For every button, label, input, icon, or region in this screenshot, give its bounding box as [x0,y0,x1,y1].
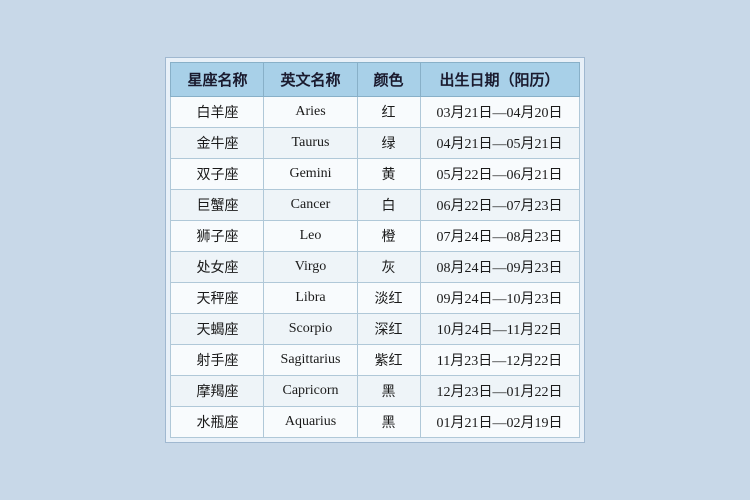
cell-chinese-name: 双子座 [171,159,264,190]
cell-dates: 06月22日—07月23日 [420,190,579,221]
cell-dates: 04月21日—05月21日 [420,128,579,159]
table-row: 天秤座Libra淡红09月24日—10月23日 [171,283,579,314]
cell-english-name: Libra [264,283,357,314]
cell-english-name: Aquarius [264,407,357,438]
cell-color: 绿 [357,128,420,159]
cell-english-name: Taurus [264,128,357,159]
cell-dates: 03月21日—04月20日 [420,97,579,128]
cell-chinese-name: 狮子座 [171,221,264,252]
cell-color: 紫红 [357,345,420,376]
table-row: 金牛座Taurus绿04月21日—05月21日 [171,128,579,159]
table-row: 巨蟹座Cancer白06月22日—07月23日 [171,190,579,221]
table-row: 双子座Gemini黄05月22日—06月21日 [171,159,579,190]
cell-chinese-name: 白羊座 [171,97,264,128]
table-row: 狮子座Leo橙07月24日—08月23日 [171,221,579,252]
cell-dates: 12月23日—01月22日 [420,376,579,407]
table-header-row: 星座名称 英文名称 颜色 出生日期（阳历） [171,63,579,97]
cell-color: 橙 [357,221,420,252]
cell-color: 深红 [357,314,420,345]
cell-color: 灰 [357,252,420,283]
cell-dates: 08月24日—09月23日 [420,252,579,283]
table-row: 水瓶座Aquarius黑01月21日—02月19日 [171,407,579,438]
cell-english-name: Capricorn [264,376,357,407]
cell-dates: 11月23日—12月22日 [420,345,579,376]
table-row: 白羊座Aries红03月21日—04月20日 [171,97,579,128]
zodiac-table: 星座名称 英文名称 颜色 出生日期（阳历） 白羊座Aries红03月21日—04… [170,62,579,438]
table-row: 射手座Sagittarius紫红11月23日—12月22日 [171,345,579,376]
cell-english-name: Scorpio [264,314,357,345]
header-chinese-name: 星座名称 [171,63,264,97]
cell-english-name: Gemini [264,159,357,190]
cell-color: 黑 [357,407,420,438]
cell-dates: 05月22日—06月21日 [420,159,579,190]
cell-english-name: Virgo [264,252,357,283]
cell-english-name: Aries [264,97,357,128]
cell-dates: 07月24日—08月23日 [420,221,579,252]
zodiac-table-container: 星座名称 英文名称 颜色 出生日期（阳历） 白羊座Aries红03月21日—04… [165,57,584,443]
table-row: 处女座Virgo灰08月24日—09月23日 [171,252,579,283]
cell-color: 黄 [357,159,420,190]
cell-chinese-name: 金牛座 [171,128,264,159]
cell-chinese-name: 水瓶座 [171,407,264,438]
table-row: 摩羯座Capricorn黑12月23日—01月22日 [171,376,579,407]
cell-english-name: Leo [264,221,357,252]
cell-dates: 01月21日—02月19日 [420,407,579,438]
cell-color: 白 [357,190,420,221]
cell-english-name: Sagittarius [264,345,357,376]
cell-english-name: Cancer [264,190,357,221]
cell-chinese-name: 天秤座 [171,283,264,314]
cell-color: 红 [357,97,420,128]
cell-chinese-name: 天蝎座 [171,314,264,345]
header-dates: 出生日期（阳历） [420,63,579,97]
cell-chinese-name: 处女座 [171,252,264,283]
cell-color: 淡红 [357,283,420,314]
cell-chinese-name: 摩羯座 [171,376,264,407]
cell-dates: 10月24日—11月22日 [420,314,579,345]
cell-color: 黑 [357,376,420,407]
cell-chinese-name: 巨蟹座 [171,190,264,221]
header-english-name: 英文名称 [264,63,357,97]
header-color: 颜色 [357,63,420,97]
table-row: 天蝎座Scorpio深红10月24日—11月22日 [171,314,579,345]
cell-dates: 09月24日—10月23日 [420,283,579,314]
cell-chinese-name: 射手座 [171,345,264,376]
